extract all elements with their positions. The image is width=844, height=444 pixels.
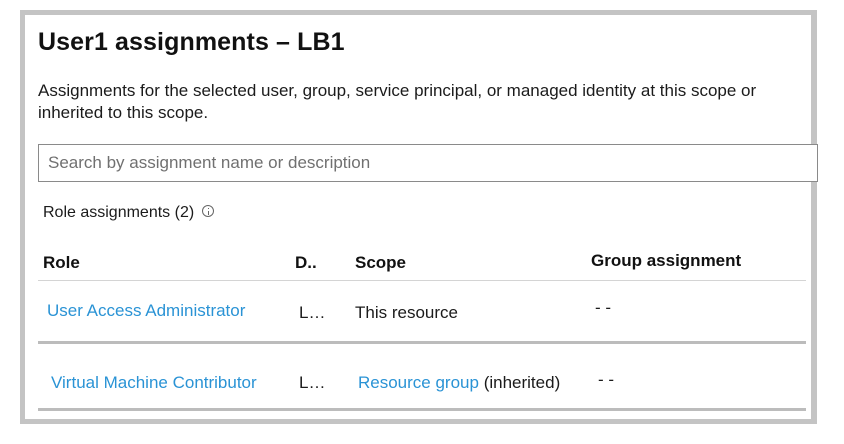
search-input[interactable] (38, 144, 818, 182)
role-link[interactable]: Virtual Machine Contributor (51, 373, 257, 393)
column-header-group-assignment[interactable]: Group assignment (591, 251, 741, 271)
role-link[interactable]: User Access Administrator (47, 301, 245, 321)
description-cell: L… (299, 373, 326, 392)
group-assignment-cell: - - (598, 370, 615, 389)
role-assignments-count: Role assignments (2) (43, 204, 215, 222)
row-divider (38, 341, 806, 344)
page-title: User1 assignments – LB1 (38, 28, 345, 56)
row-divider (38, 408, 806, 411)
scope-text: This resource (355, 303, 458, 322)
page-description: Assignments for the selected user, group… (38, 81, 757, 122)
scope-link[interactable]: Resource group (358, 373, 479, 392)
role-assignments-count-label: Role assignments (2) (43, 204, 195, 221)
description-cell: L… (299, 303, 326, 322)
panel-frame-right-edge (811, 10, 817, 424)
info-icon[interactable] (202, 205, 215, 217)
scope-cell: This resource (355, 303, 458, 323)
header-divider (38, 280, 806, 281)
group-assignment-cell: - - (595, 298, 612, 317)
column-header-scope[interactable]: Scope (355, 253, 406, 273)
scope-cell: Resource group (inherited) (358, 373, 560, 393)
column-header-role[interactable]: Role (43, 253, 80, 273)
column-header-description[interactable]: D.. (295, 253, 317, 273)
scope-text: (inherited) (478, 373, 561, 392)
